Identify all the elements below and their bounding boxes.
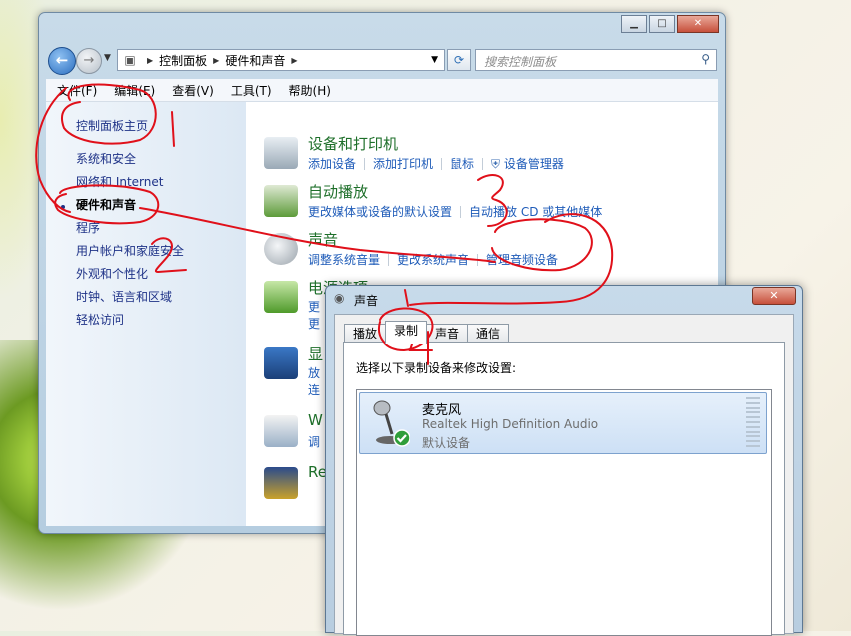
maximize-button[interactable]: □ (649, 15, 675, 33)
link-display-1[interactable]: 放 (308, 366, 320, 380)
instruction-text: 选择以下录制设备来修改设置: (356, 361, 517, 375)
divider (477, 254, 479, 266)
sidebar-item-home[interactable]: 控制面板主页 (76, 117, 148, 134)
link-adjust-volume[interactable]: 调整系统音量 (308, 253, 380, 267)
category-links: 调 (308, 433, 320, 450)
search-input[interactable]: 搜索控制面板 ⚲ (475, 49, 717, 71)
shield-icon: ⛨ (491, 157, 504, 171)
menu-bar: 文件(F) 编辑(E) 查看(V) 工具(T) 帮助(H) (46, 79, 718, 102)
category-links: 添加设备 添加打印机 鼠标 ⛨ 设备管理器 (308, 155, 564, 172)
minimize-button[interactable]: ▁ (621, 15, 647, 33)
history-dropdown-icon[interactable]: ▼ (104, 53, 111, 63)
breadcrumb-hardware-sound[interactable]: 硬件和声音 (225, 52, 285, 69)
close-button[interactable]: ✕ (752, 287, 796, 305)
category-title[interactable]: 声音 (308, 229, 338, 250)
realtek-icon[interactable] (264, 467, 298, 499)
sidebar-item-programs[interactable]: 程序 (76, 219, 100, 236)
navigation-bar: ← → ▼ ▣ ▶ 控制面板 ▶ 硬件和声音 ▶ ▼ ⟳ 搜索控制面板 ⚲ (45, 45, 719, 75)
current-item-bullet (61, 205, 65, 209)
device-status: 默认设备 (422, 436, 471, 450)
category-links: 放连 (308, 365, 320, 399)
tab-playback[interactable]: 播放 (344, 324, 387, 343)
back-arrow-icon[interactable]: ← (48, 47, 76, 75)
category-title[interactable]: W (308, 411, 323, 429)
microphone-icon (373, 400, 410, 447)
link-autoplay-cd[interactable]: 自动播放 CD 或其他媒体 (469, 205, 602, 219)
forward-arrow-icon[interactable]: → (76, 48, 102, 74)
list-item[interactable]: 麦克风 Realtek High Definition Audio 默认设备 (359, 392, 767, 454)
address-bar[interactable]: ▣ ▶ 控制面板 ▶ 硬件和声音 ▶ ▼ (117, 49, 445, 71)
monitor-icon[interactable] (264, 347, 298, 379)
category-links: 更改媒体或设备的默认设置 自动播放 CD 或其他媒体 (308, 203, 602, 220)
caption-buttons: ▁ □ ✕ (619, 15, 719, 33)
divider (364, 158, 366, 170)
close-button[interactable]: ✕ (677, 15, 719, 33)
link-change-default[interactable]: 更改媒体或设备的默认设置 (308, 205, 452, 219)
device-description: Realtek High Definition Audio (422, 417, 599, 431)
menu-help[interactable]: 帮助(H) (289, 82, 331, 99)
category-links: 调整系统音量 更改系统声音 管理音频设备 (308, 251, 558, 268)
menu-view[interactable]: 查看(V) (172, 82, 214, 99)
control-panel-icon: ▣ (124, 53, 136, 67)
autoplay-icon[interactable] (264, 185, 298, 217)
divider (388, 254, 390, 266)
menu-tools[interactable]: 工具(T) (231, 82, 272, 99)
sidebar-item-appearance[interactable]: 外观和个性化 (76, 265, 148, 282)
sidebar-item-user-accounts[interactable]: 用户帐户和家庭安全 (76, 242, 184, 259)
tab-communications[interactable]: 通信 (467, 324, 510, 343)
chevron-right-icon[interactable]: ▶ (213, 56, 219, 65)
tab-sounds[interactable]: 声音 (426, 324, 469, 343)
link-change-sounds[interactable]: 更改系统声音 (397, 253, 469, 267)
link-power-2[interactable]: 更 (308, 317, 320, 331)
device-name: 麦克风 (422, 403, 462, 418)
link-mobility-1[interactable]: 调 (308, 435, 320, 449)
sidebar-item-ease-of-access[interactable]: 轻松访问 (76, 311, 124, 328)
sidebar: 控制面板主页 系统和安全 网络和 Internet 硬件和声音 程序 用户帐户和… (46, 102, 246, 526)
category-title[interactable]: 显 (308, 343, 323, 364)
device-list[interactable]: 麦克风 Realtek High Definition Audio 默认设备 (356, 389, 772, 636)
link-power-1[interactable]: 更 (308, 300, 320, 314)
divider (482, 158, 484, 170)
link-add-device[interactable]: 添加设备 (308, 157, 356, 171)
chevron-right-icon[interactable]: ▶ (147, 56, 153, 65)
category-title[interactable]: 设备和打印机 (308, 133, 398, 154)
sidebar-item-network[interactable]: 网络和 Internet (76, 173, 163, 190)
link-add-printer[interactable]: 添加打印机 (373, 157, 433, 171)
dialog-body: 播放 录制 声音 通信 选择以下录制设备来修改设置: 麦克风 Realtek H… (334, 314, 794, 636)
recording-panel: 选择以下录制设备来修改设置: 麦克风 Realtek High Definiti… (343, 342, 785, 636)
mobility-icon[interactable] (264, 415, 298, 447)
sidebar-item-system-security[interactable]: 系统和安全 (76, 150, 136, 167)
link-mouse[interactable]: 鼠标 (450, 157, 474, 171)
breadcrumb-control-panel[interactable]: 控制面板 (159, 52, 207, 69)
speaker-icon[interactable] (264, 233, 298, 265)
chevron-right-icon[interactable]: ▶ (291, 56, 297, 65)
link-device-manager[interactable]: 设备管理器 (504, 157, 564, 171)
divider (441, 158, 443, 170)
sidebar-item-clock-region[interactable]: 时钟、语言和区域 (76, 288, 172, 305)
dialog-title: 声音 (354, 294, 379, 308)
category-links: 更更 (308, 299, 320, 333)
printer-icon[interactable] (264, 137, 298, 169)
battery-icon[interactable] (264, 281, 298, 313)
refresh-icon[interactable]: ⟳ (447, 49, 471, 71)
speaker-icon: ◉ (334, 291, 345, 305)
link-display-2[interactable]: 连 (308, 383, 320, 397)
tab-strip: 播放 录制 声音 通信 (344, 321, 510, 344)
menu-edit[interactable]: 编辑(E) (114, 82, 155, 99)
search-placeholder: 搜索控制面板 (484, 55, 557, 69)
sound-dialog: ◉ 声音 ✕ 播放 录制 声音 通信 选择以下录制设备来修改设置: 麦克风 Re… (325, 285, 803, 636)
search-icon[interactable]: ⚲ (701, 52, 710, 66)
divider (460, 206, 462, 218)
category-title[interactable]: 自动播放 (308, 181, 368, 202)
sidebar-item-hardware-sound[interactable]: 硬件和声音 (76, 196, 136, 213)
tab-recording[interactable]: 录制 (385, 321, 428, 344)
menu-file[interactable]: 文件(F) (57, 82, 97, 99)
address-dropdown-icon[interactable]: ▼ (431, 55, 438, 65)
level-meter (746, 397, 760, 447)
link-manage-audio[interactable]: 管理音频设备 (486, 253, 558, 267)
